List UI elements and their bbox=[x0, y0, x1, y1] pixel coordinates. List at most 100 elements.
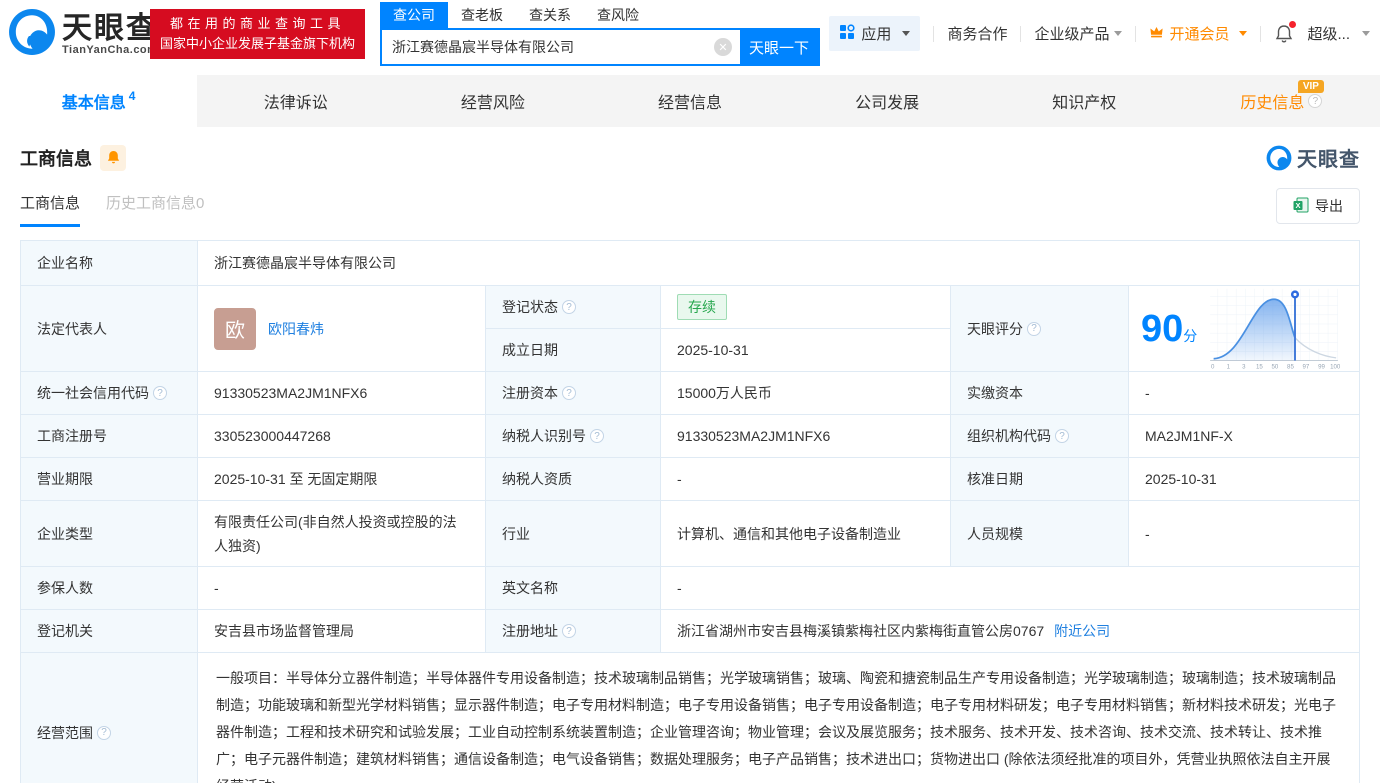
svg-text:0: 0 bbox=[1211, 363, 1215, 370]
export-button[interactable]: X 导出 bbox=[1276, 188, 1360, 224]
slogan-line1: 都在用的商业查询工具 bbox=[170, 16, 346, 31]
help-icon[interactable]: ? bbox=[97, 725, 111, 740]
help-icon[interactable]: ? bbox=[562, 300, 576, 314]
divider bbox=[1135, 25, 1137, 42]
apps-label: 应用 bbox=[861, 26, 892, 43]
field-label-legal-rep: 法定代表人 bbox=[21, 286, 198, 372]
tab-history-info[interactable]: VIP 历史信息 ? bbox=[1183, 75, 1380, 127]
nav-enterprise-products[interactable]: 企业级产品 bbox=[1034, 23, 1123, 44]
field-value-approval-date: 2025-10-31 bbox=[1129, 458, 1360, 501]
search-box: ✕ 天眼一下 bbox=[380, 28, 820, 66]
svg-text:85: 85 bbox=[1287, 363, 1294, 370]
search-button[interactable]: 天眼一下 bbox=[740, 30, 818, 64]
search-tab-risk[interactable]: 查风险 bbox=[584, 2, 652, 28]
tab-legal-proceedings[interactable]: 法律诉讼 bbox=[197, 75, 394, 127]
tianyancha-logo[interactable]: 天眼查 TianYanCha.com bbox=[8, 8, 158, 61]
vip-badge: VIP bbox=[1297, 80, 1324, 93]
tab-company-development[interactable]: 公司发展 bbox=[789, 75, 986, 127]
tab-intellectual-property[interactable]: 知识产权 bbox=[986, 75, 1183, 127]
user-menu[interactable]: 超级... bbox=[1307, 23, 1370, 44]
apps-menu[interactable]: 应用 bbox=[829, 16, 921, 51]
notification-bell-icon[interactable] bbox=[1274, 20, 1297, 44]
field-label-taxpayer-quality: 纳税人资质 bbox=[486, 458, 661, 501]
nav-join-vip[interactable]: 开通会员 bbox=[1149, 23, 1248, 44]
svg-text:97: 97 bbox=[1303, 363, 1310, 370]
field-label-company-type: 企业类型 bbox=[21, 501, 198, 567]
field-label-approval-date: 核准日期 bbox=[951, 458, 1129, 501]
apps-grid-icon bbox=[839, 23, 856, 44]
help-icon[interactable]: ? bbox=[590, 429, 604, 443]
divider bbox=[933, 25, 935, 42]
field-label-score: 天眼评分 ? bbox=[951, 286, 1129, 372]
field-label-taxpayer-id: 纳税人识别号 ? bbox=[486, 415, 661, 458]
field-value-est-date: 2025-10-31 bbox=[661, 329, 951, 372]
help-icon[interactable]: ? bbox=[1055, 429, 1069, 443]
field-label-company-name: 企业名称 bbox=[21, 241, 198, 286]
tab-operating-info[interactable]: 经营信息 bbox=[591, 75, 788, 127]
tianyancha-watermark: 天眼查 bbox=[1266, 143, 1360, 172]
subtab-history-business-info[interactable]: 历史工商信息0 bbox=[106, 192, 204, 227]
svg-text:50: 50 bbox=[1272, 363, 1279, 370]
field-value-credit-code: 91330523MA2JM1NFX6 bbox=[198, 372, 486, 415]
slogan-line2: 国家中小企业发展子基金旗下机构 bbox=[160, 36, 356, 51]
help-icon[interactable]: ? bbox=[1027, 321, 1041, 336]
field-label-industry: 行业 bbox=[486, 501, 661, 567]
tab-operating-risk[interactable]: 经营风险 bbox=[394, 75, 591, 127]
divider bbox=[1260, 25, 1262, 42]
tab-count: 4 bbox=[128, 89, 136, 103]
top-nav: 应用 商务合作 企业级产品 开通会员 超级... bbox=[829, 16, 1370, 51]
field-value-taxpayer-quality: - bbox=[661, 458, 951, 501]
search-tab-relation[interactable]: 查关系 bbox=[516, 2, 584, 28]
field-value-insured-count: - bbox=[198, 567, 486, 610]
chevron-down-icon bbox=[1239, 31, 1248, 36]
field-value-company-name: 浙江赛德晶宸半导体有限公司 bbox=[198, 241, 1360, 286]
search-input[interactable] bbox=[382, 39, 714, 55]
nav-business-cooperation[interactable]: 商务合作 bbox=[947, 23, 1007, 44]
field-value-business-term: 2025-10-31 至 无固定期限 bbox=[198, 458, 486, 501]
brand-slogan: 都在用的商业查询工具 国家中小企业发展子基金旗下机构 bbox=[150, 9, 366, 59]
brand-name: 天眼查 bbox=[62, 11, 158, 45]
chevron-down-icon bbox=[1114, 31, 1123, 36]
field-value-reg-number: 330523000447268 bbox=[198, 415, 486, 458]
legal-rep-link[interactable]: 欧阳春炜 bbox=[268, 319, 324, 339]
field-value-org-code: MA2JM1NF-X bbox=[1129, 415, 1360, 458]
help-icon[interactable]: ? bbox=[153, 386, 167, 400]
help-icon[interactable]: ? bbox=[562, 386, 576, 400]
nearby-companies-link[interactable]: 附近公司 bbox=[1054, 621, 1110, 641]
score-value: 90 bbox=[1141, 307, 1184, 350]
search-tab-boss[interactable]: 查老板 bbox=[448, 2, 516, 28]
score-unit: 分 bbox=[1183, 327, 1198, 344]
field-label-business-term: 营业期限 bbox=[21, 458, 198, 501]
svg-text:X: X bbox=[1295, 201, 1300, 210]
tab-basic-info[interactable]: 基本信息 4 bbox=[0, 75, 198, 127]
tianyancha-logo-icon bbox=[8, 8, 56, 61]
help-icon[interactable]: ? bbox=[562, 624, 576, 638]
search-tab-company[interactable]: 查公司 bbox=[380, 2, 448, 28]
section-title: 工商信息 bbox=[20, 148, 92, 169]
field-value-reg-address: 浙江省湖州市安吉县梅溪镇紫梅社区内紫梅街直管公房0767 附近公司 bbox=[661, 610, 1360, 653]
field-label-est-date: 成立日期 bbox=[486, 329, 661, 372]
field-label-english-name: 英文名称 bbox=[486, 567, 661, 610]
field-value-reg-authority: 安吉县市场监督管理局 bbox=[198, 610, 486, 653]
help-icon[interactable]: ? bbox=[1308, 94, 1323, 108]
excel-icon: X bbox=[1293, 197, 1309, 216]
clear-icon[interactable]: ✕ bbox=[714, 38, 732, 56]
field-value-score: 90 分 0 1 3 15 50 85 97 99 100 bbox=[1129, 286, 1360, 372]
svg-text:15: 15 bbox=[1256, 363, 1263, 370]
field-value-staff-size: - bbox=[1129, 501, 1360, 567]
field-value-reg-status: 存续 bbox=[661, 286, 951, 329]
field-label-reg-status: 登记状态 ? bbox=[486, 286, 661, 329]
subscribe-bell-icon[interactable] bbox=[100, 144, 126, 171]
status-badge: 存续 bbox=[677, 294, 727, 320]
company-tab-bar: 基本信息 4 法律诉讼 经营风险 经营信息 公司发展 知识产权 VIP 历史信息… bbox=[0, 75, 1380, 127]
field-label-staff-size: 人员规模 bbox=[951, 501, 1129, 567]
notification-dot bbox=[1289, 20, 1297, 28]
avatar[interactable]: 欧 bbox=[214, 307, 256, 350]
subtab-business-info[interactable]: 工商信息 bbox=[20, 192, 81, 227]
search-tabs: 查公司 查老板 查关系 查风险 bbox=[380, 2, 820, 28]
field-label-reg-address: 注册地址 ? bbox=[486, 610, 661, 653]
search-area: 查公司 查老板 查关系 查风险 ✕ 天眼一下 bbox=[380, 2, 820, 66]
field-value-business-scope: 一般项目：半导体分立器件制造；半导体器件专用设备制造；技术玻璃制品销售；光学玻璃… bbox=[198, 653, 1360, 783]
svg-text:99: 99 bbox=[1318, 363, 1325, 370]
field-value-industry: 计算机、通信和其他电子设备制造业 bbox=[661, 501, 951, 567]
